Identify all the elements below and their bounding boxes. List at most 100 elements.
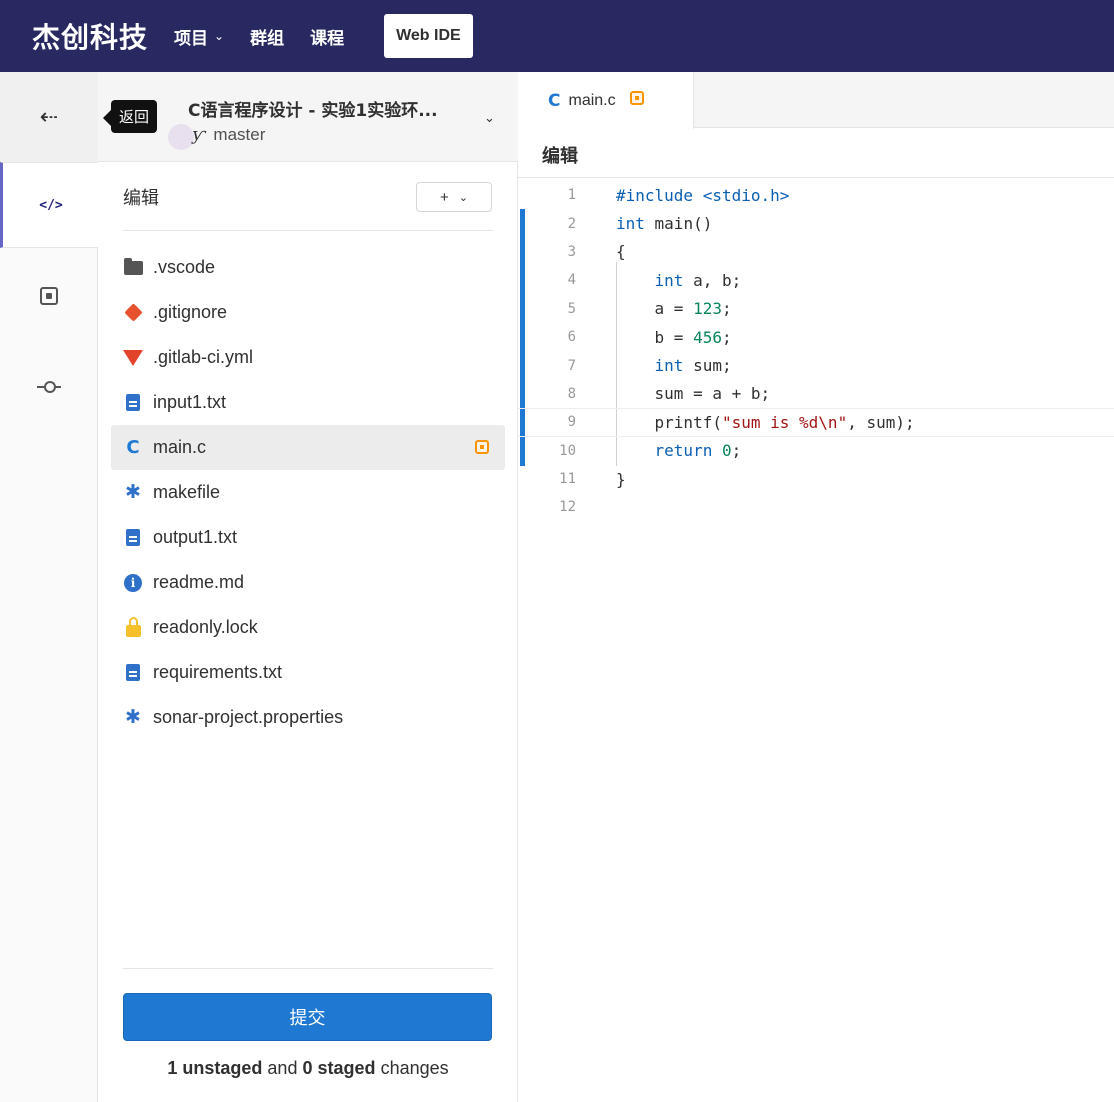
divider xyxy=(123,968,493,969)
git-icon xyxy=(123,303,143,323)
avatar xyxy=(168,124,194,150)
file-item-readonly-lock[interactable]: readonly.lock xyxy=(111,605,505,650)
file-name: .gitlab-ci.yml xyxy=(153,347,254,367)
code-line[interactable]: 1 #include <stdio.h> xyxy=(518,181,1114,209)
brand-logo[interactable]: 杰创科技 xyxy=(32,16,148,56)
chevron-down-icon: ⌄ xyxy=(458,191,468,204)
unstaged-label: unstaged xyxy=(182,1058,263,1078)
changes-summary: 1 unstaged and 0 staged changes xyxy=(123,1058,493,1079)
gear-icon: ✱ xyxy=(125,707,141,728)
file-item-requirements[interactable]: requirements.txt xyxy=(111,650,505,695)
code-text: b = 456; xyxy=(616,327,732,347)
file-item-gitignore[interactable]: .gitignore xyxy=(111,290,505,335)
line-number: 2 xyxy=(567,215,576,232)
top-navbar: 杰创科技 项目 ⌄ 群组 课程 Web IDE xyxy=(0,0,1114,72)
code-text: printf("sum is %d\n", sum); xyxy=(616,412,915,432)
code-line[interactable]: 2 int main() xyxy=(518,209,1114,237)
code-text: int main() xyxy=(616,214,713,234)
code-text: return 0; xyxy=(654,441,742,461)
commit-button[interactable]: 提交 xyxy=(123,993,492,1041)
file-item-output1[interactable]: output1.txt xyxy=(111,515,505,560)
file-tree: .vscode .gitignore .gitlab-ci.yml input1… xyxy=(111,245,505,740)
line-number: 12 xyxy=(559,499,576,516)
editor-mode-label: 编辑 xyxy=(542,146,578,167)
code-line[interactable]: 9 printf("sum is %d\n", sum); xyxy=(518,408,1114,437)
code-text: { xyxy=(616,242,626,262)
file-item-input1[interactable]: input1.txt xyxy=(111,380,505,425)
nav-projects[interactable]: 项目 ⌄ xyxy=(174,24,224,49)
modified-icon xyxy=(629,90,644,105)
code-text: int a, b; xyxy=(654,270,742,290)
line-number: 3 xyxy=(567,243,576,260)
plus-icon: + xyxy=(440,188,449,206)
line-number: 7 xyxy=(567,357,576,374)
file-name: requirements.txt xyxy=(153,662,283,682)
code-area[interactable]: 1 #include <stdio.h> 2 int main() 3{4 int a,… xyxy=(518,181,1114,522)
branch-selector: ƴ master xyxy=(192,124,265,145)
activity-commit[interactable] xyxy=(0,344,98,430)
branch-name: master xyxy=(213,124,266,144)
line-number: 11 xyxy=(559,471,576,488)
code-line[interactable]: 7 int sum; xyxy=(518,351,1114,379)
gitlab-icon xyxy=(123,348,143,368)
exit-icon: ⇠ xyxy=(39,104,59,129)
code-text: int sum; xyxy=(654,356,732,376)
line-number: 8 xyxy=(567,385,576,402)
file-panel: 编辑 + ⌄ .vscode .gitignore .gitlab-ci.yml… xyxy=(98,162,518,1102)
chevron-down-icon: ⌄ xyxy=(214,29,225,43)
nav-groups-label: 群组 xyxy=(250,28,285,49)
file-name: readme.md xyxy=(153,572,245,592)
nav-web-ide[interactable]: Web IDE xyxy=(384,14,473,58)
chevron-down-icon: ⌄ xyxy=(484,110,495,125)
c-file-icon: C xyxy=(126,437,140,458)
activity-edit[interactable]: </> xyxy=(0,162,99,248)
code-line[interactable]: 4 int a, b; xyxy=(518,266,1114,294)
tab-main-c[interactable]: C main.c xyxy=(518,72,694,129)
code-line[interactable]: 12 xyxy=(518,493,1114,521)
code-icon: </> xyxy=(39,197,63,213)
file-item-makefile[interactable]: ✱ makefile xyxy=(111,470,505,515)
file-item-sonar[interactable]: ✱ sonar-project.properties xyxy=(111,695,505,740)
gear-icon: ✱ xyxy=(125,482,141,503)
divider xyxy=(123,230,493,231)
file-item-main-c[interactable]: C main.c xyxy=(111,425,505,470)
file-name: main.c xyxy=(153,437,207,457)
editor-tabbar: C main.c xyxy=(518,72,1114,129)
changes-label: changes xyxy=(380,1058,449,1078)
code-line[interactable]: 10 return 0; xyxy=(518,437,1114,465)
divider xyxy=(518,177,1114,178)
file-name: input1.txt xyxy=(153,392,227,412)
nav-courses[interactable]: 课程 xyxy=(310,24,344,49)
add-file-button[interactable]: + ⌄ xyxy=(416,182,492,212)
code-line[interactable]: 6 b = 456; xyxy=(518,323,1114,351)
document-icon xyxy=(123,393,143,413)
commit-icon xyxy=(37,381,61,393)
line-number: 6 xyxy=(567,329,576,346)
activity-bar: ⇠ </> xyxy=(0,72,99,1102)
activity-review[interactable] xyxy=(0,253,98,339)
project-header[interactable]: C语言程序设计 - 实验1实验环... ⌄ ƴ master xyxy=(98,72,518,162)
staged-count: 0 xyxy=(302,1058,313,1078)
file-item-vscode[interactable]: .vscode xyxy=(111,245,505,290)
code-line[interactable]: 8 sum = a + b; xyxy=(518,380,1114,408)
code-line[interactable]: 3{ xyxy=(518,238,1114,266)
and-label: and xyxy=(267,1058,298,1078)
nav-groups[interactable]: 群组 xyxy=(250,24,284,49)
staged-label: staged xyxy=(317,1058,376,1078)
line-number: 1 xyxy=(567,187,576,204)
code-text: sum = a + b; xyxy=(616,384,771,404)
file-name: sonar-project.properties xyxy=(153,707,344,727)
file-item-readme[interactable]: i readme.md xyxy=(111,560,505,605)
file-item-gitlab-ci[interactable]: .gitlab-ci.yml xyxy=(111,335,505,380)
project-title: C语言程序设计 - 实验1实验环... xyxy=(188,101,438,121)
code-text: } xyxy=(616,469,626,489)
unstaged-count: 1 xyxy=(167,1058,178,1078)
panel-heading: 编辑 xyxy=(123,188,159,209)
back-button[interactable]: ⇠ xyxy=(0,72,98,162)
folder-icon xyxy=(123,257,143,278)
modified-icon xyxy=(475,440,489,454)
nav-projects-label: 项目 xyxy=(174,28,209,49)
review-icon xyxy=(40,287,58,305)
code-line[interactable]: 11} xyxy=(518,465,1114,493)
code-line[interactable]: 5 a = 123; xyxy=(518,295,1114,323)
